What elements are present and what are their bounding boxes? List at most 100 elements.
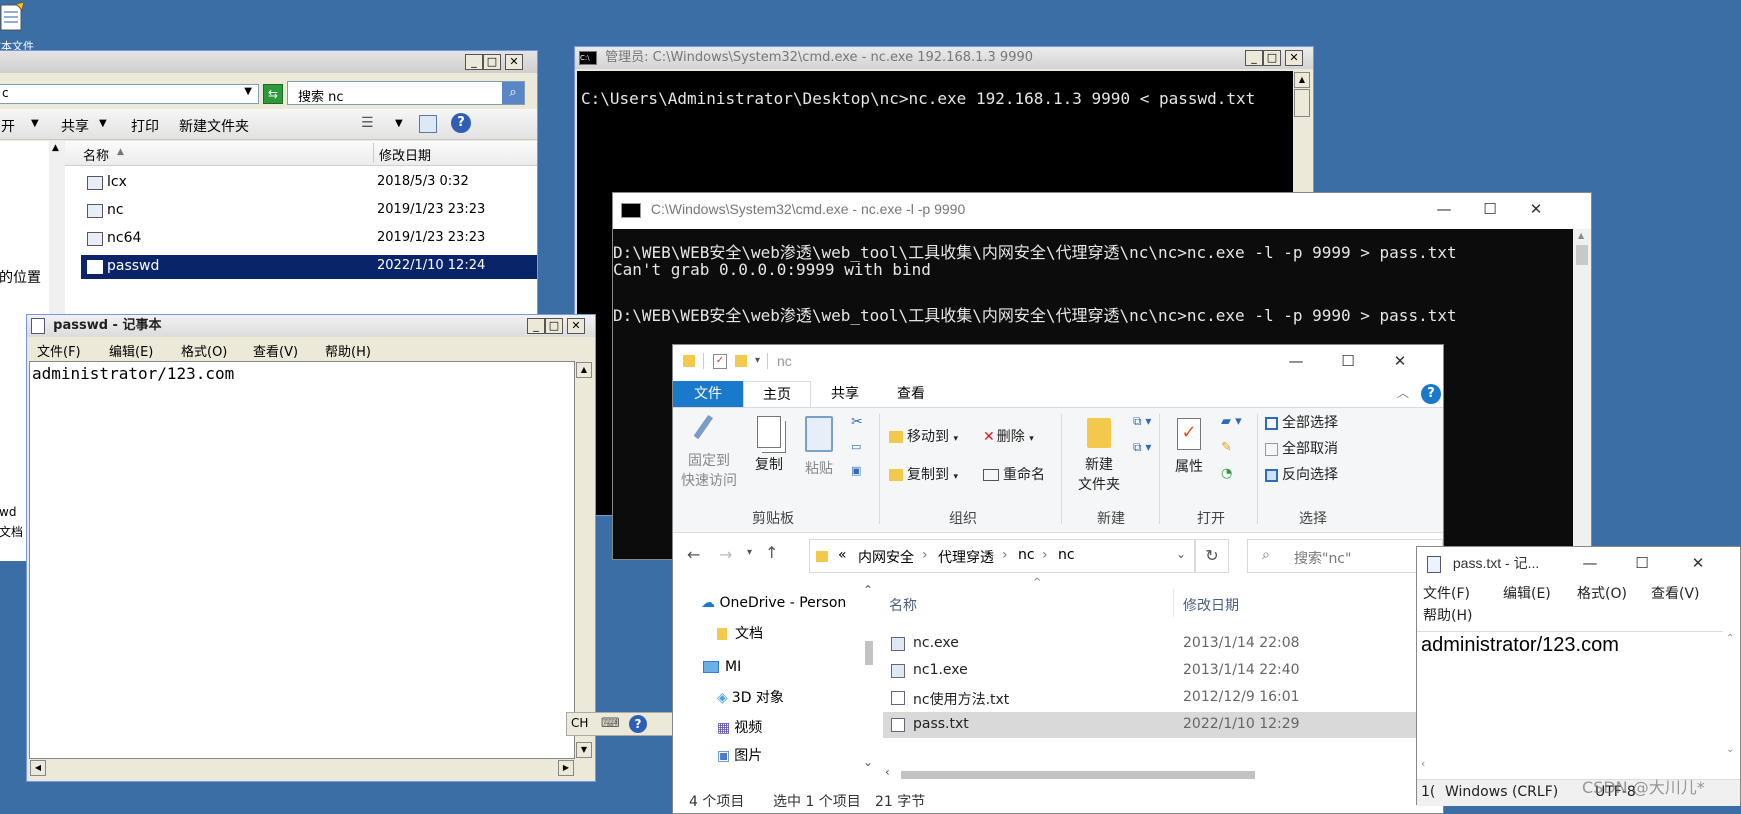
toolbar-print-button[interactable]: 打印 [131, 116, 159, 136]
new-folder-quick-icon[interactable] [735, 355, 747, 367]
scroll-up-icon[interactable]: ⌃ [863, 583, 873, 597]
scroll-down-icon[interactable]: ▼ [576, 742, 592, 758]
list-item[interactable]: pass.txt 2022/1/10 12:29 [883, 712, 1443, 738]
table-row[interactable]: passwd 2022/1/10 12:24 [81, 255, 537, 279]
minimize-button[interactable]: _ [465, 54, 483, 70]
breadcrumb-overflow[interactable]: « [838, 547, 847, 563]
minimize-button[interactable]: — [1421, 193, 1467, 225]
scroll-up-icon[interactable]: ▲ [576, 362, 592, 378]
nav-pictures[interactable]: ▣ 图片 [717, 745, 762, 765]
breadcrumb[interactable]: « 内网安全 › 代理穿透 › nc › nc ⌄ [809, 539, 1195, 573]
nav-videos[interactable]: ▦ 视频 [717, 717, 762, 737]
column-modified[interactable]: 修改日期 [1183, 595, 1239, 615]
close-button[interactable]: ✕ [1285, 50, 1303, 66]
column-modified[interactable]: 修改日期 [379, 145, 431, 164]
table-row[interactable]: nc64 2019/1/23 23:23 [81, 227, 537, 251]
search-icon[interactable]: ⌕ [502, 82, 524, 104]
history-icon[interactable]: ◔ [1221, 466, 1232, 481]
chevron-down-icon[interactable]: ▾ [747, 547, 752, 558]
notepad-new-editor[interactable]: administrator/123.com [1417, 631, 1723, 758]
chevron-down-icon[interactable]: ⌄ [1176, 547, 1186, 561]
copy-path-icon[interactable]: ▭ [851, 440, 861, 453]
scroll-right-icon[interactable]: ▶ [558, 760, 574, 776]
search-input[interactable]: 搜索"nc" [1294, 548, 1351, 568]
minimize-button[interactable]: _ [527, 318, 545, 334]
forward-arrow-icon[interactable]: → [719, 545, 732, 564]
maximize-button[interactable]: ☐ [1467, 193, 1513, 225]
scroll-thumb[interactable] [865, 641, 873, 665]
list-item[interactable]: nc1.exe 2013/1/14 22:40 [883, 658, 1443, 684]
scroll-left-icon[interactable]: ◀ [30, 760, 46, 776]
nav-item-location[interactable]: 的位置 [0, 267, 41, 287]
nav-documents[interactable]: 文档 [717, 623, 763, 643]
menu-help[interactable]: 帮助(H) [1423, 605, 1472, 625]
open-icon[interactable]: ▰ ▾ [1221, 414, 1242, 429]
close-button[interactable]: ✕ [567, 318, 585, 334]
pin-quick-access-button[interactable]: 固定到 快速访问 [677, 414, 741, 490]
paste-button[interactable]: 粘贴 [795, 414, 843, 478]
notepad-old-editor[interactable]: administrator/123.com [29, 361, 575, 759]
column-name[interactable]: 名称 [889, 595, 917, 615]
nav-3d-objects[interactable]: ◈ 3D 对象 [717, 687, 784, 707]
maximize-button[interactable]: ☐ [1619, 547, 1665, 579]
menu-format[interactable]: 格式(O) [1577, 583, 1627, 603]
scroll-up-icon[interactable]: ▲ [1294, 72, 1310, 88]
minimize-button[interactable]: — [1273, 345, 1319, 377]
menu-file[interactable]: 文件(F) [1423, 583, 1470, 603]
desktop-icon-textfile[interactable]: 文本文件 [0, 0, 40, 53]
column-name[interactable]: 名称 [83, 145, 109, 164]
close-button[interactable]: ✕ [1377, 345, 1423, 377]
menu-view[interactable]: 查看(V) [1651, 583, 1700, 603]
chevron-down-icon[interactable]: ▼ [244, 86, 252, 97]
up-arrow-icon[interactable]: ↑ [765, 543, 778, 562]
close-button[interactable]: ✕ [505, 54, 523, 70]
easy-access-icon[interactable]: ⧉ ▾ [1133, 440, 1151, 455]
chevron-down-icon[interactable]: ▾ [755, 345, 760, 377]
nav-scrollbar[interactable]: ⌃ ⌄ [861, 583, 877, 773]
scroll-up-icon[interactable]: ▲ [52, 143, 59, 153]
paste-shortcut-icon[interactable]: ▣ [851, 464, 861, 477]
preview-pane-icon[interactable] [419, 115, 437, 133]
menu-help[interactable]: 帮助(H) [325, 341, 371, 360]
tab-file[interactable]: 文件 [673, 381, 743, 407]
horizontal-scrollbar[interactable]: ‹ [1417, 757, 1723, 773]
scroll-thumb[interactable] [1294, 89, 1310, 117]
cut-icon[interactable]: ✂ [851, 414, 863, 430]
nav-onedrive[interactable]: ☁ OneDrive - Person [701, 595, 846, 611]
edit-icon[interactable]: ✎ [1221, 440, 1232, 455]
refresh-icon[interactable]: ⇆ [263, 84, 283, 104]
notepad-old-content[interactable]: administrator/123.com [32, 364, 234, 383]
toolbar-new-folder-button[interactable]: 新建文件夹 [179, 116, 249, 136]
address-bar[interactable]: c ▼ [0, 84, 259, 104]
list-item[interactable]: nc使用方法.txt 2012/12/9 16:01 [883, 685, 1443, 711]
menu-file[interactable]: 文件(F) [37, 341, 81, 360]
breadcrumb-item[interactable]: nc [1058, 547, 1075, 563]
breadcrumb-item[interactable]: 内网安全 [858, 547, 914, 567]
copy-to-button[interactable]: 复制到 ▾ [889, 464, 958, 484]
scroll-up-icon[interactable]: ▲ [1578, 231, 1584, 240]
vertical-scrollbar[interactable]: ⌃ ⌄ [1723, 631, 1740, 757]
scroll-thumb[interactable] [1576, 245, 1588, 265]
search-input[interactable]: 搜索 nc [298, 86, 344, 105]
move-to-button[interactable]: 移动到 ▾ [889, 426, 958, 446]
tab-share[interactable]: 共享 [813, 381, 877, 407]
menu-edit[interactable]: 编辑(E) [1503, 583, 1551, 603]
cmd2-scrollbar[interactable]: ▲ [1573, 229, 1591, 559]
horizontal-scrollbar[interactable]: ◀ ▶ [29, 759, 575, 777]
search-box[interactable]: ⌕ 搜索"nc" [1247, 539, 1443, 573]
list-item[interactable]: nc.exe 2013/1/14 22:08 [883, 631, 1443, 657]
tab-view[interactable]: 查看 [879, 381, 943, 407]
menu-view[interactable]: 查看(V) [253, 341, 298, 360]
nav-item-partial[interactable]: wd [0, 505, 16, 519]
tab-home[interactable]: 主页 [743, 381, 811, 408]
scroll-thumb[interactable] [901, 771, 1255, 779]
maximize-button[interactable]: □ [1263, 50, 1281, 66]
scroll-up-icon[interactable]: ⌃ [1726, 633, 1734, 644]
properties-quick-icon[interactable]: ✓ [713, 354, 727, 369]
help-icon[interactable]: ? [1421, 384, 1441, 404]
toolbar-open-button[interactable]: 开 [1, 116, 15, 136]
toolbar-share-button[interactable]: 共享 [61, 116, 89, 136]
breadcrumb-item[interactable]: 代理穿透 [938, 547, 994, 567]
chevron-down-icon[interactable]: ▼ [99, 118, 107, 129]
scroll-down-icon[interactable]: ⌄ [863, 755, 873, 769]
